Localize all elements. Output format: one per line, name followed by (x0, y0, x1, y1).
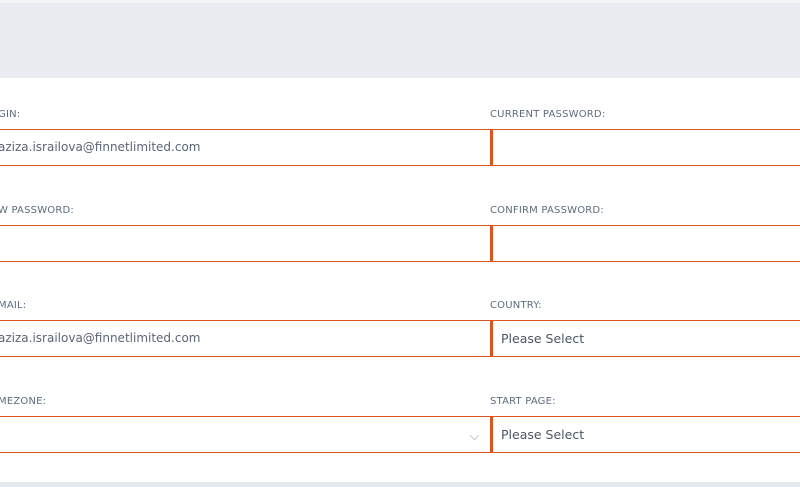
email-label: MAIL: (0, 300, 27, 311)
confirm-password-field[interactable] (490, 225, 800, 262)
header-panel (0, 3, 800, 78)
bottom-divider (0, 482, 800, 487)
account-settings-form: GIN: aziza.israilova@finnetlimited.com C… (0, 78, 800, 482)
confirm-password-label: CONFIRM PASSWORD: (490, 205, 604, 216)
new-password-label: W PASSWORD: (0, 205, 74, 216)
current-password-label: CURRENT PASSWORD: (490, 109, 606, 120)
chevron-down-icon (469, 430, 480, 441)
start-page-select[interactable]: Please Select (490, 416, 800, 453)
email-field[interactable]: aziza.israilova@finnetlimited.com (0, 320, 491, 357)
timezone-select[interactable] (0, 416, 491, 453)
start-page-label: START PAGE: (490, 396, 556, 407)
country-label: COUNTRY: (490, 300, 542, 311)
current-password-field[interactable] (490, 129, 800, 166)
country-selected-value: Please Select (501, 331, 585, 346)
email-value: aziza.israilova@finnetlimited.com (0, 331, 201, 345)
login-field[interactable]: aziza.israilova@finnetlimited.com (0, 129, 491, 166)
login-label: GIN: (0, 109, 21, 120)
country-select[interactable]: Please Select (490, 320, 800, 357)
header-band (0, 0, 800, 78)
start-page-selected-value: Please Select (501, 427, 585, 442)
timezone-label: MEZONE: (0, 396, 47, 407)
login-value: aziza.israilova@finnetlimited.com (0, 140, 201, 154)
new-password-field[interactable] (0, 225, 491, 262)
